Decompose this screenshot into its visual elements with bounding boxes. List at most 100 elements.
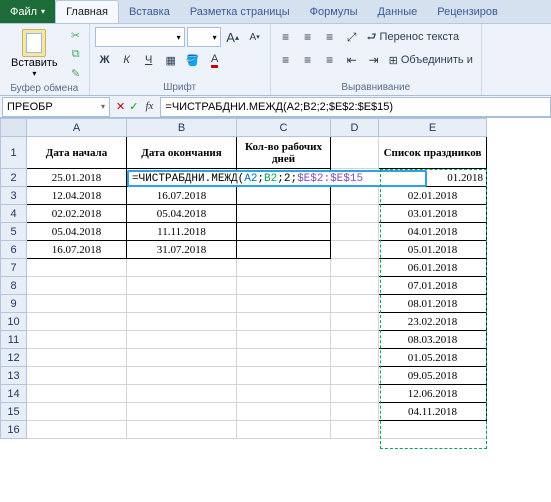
cell[interactable]	[237, 313, 331, 331]
cell[interactable]: 01.05.2018	[379, 349, 487, 367]
decrease-font-icon[interactable]: A▾	[245, 27, 265, 47]
cell[interactable]	[27, 367, 127, 385]
tab-pagelayout[interactable]: Разметка страницы	[180, 0, 300, 23]
font-size-select[interactable]: ▾	[187, 27, 221, 47]
row-header[interactable]: 5	[1, 223, 27, 241]
align-left-icon[interactable]: ≡	[276, 50, 296, 70]
name-box[interactable]: ПРЕОБР▾	[2, 97, 110, 117]
cell[interactable]	[27, 403, 127, 421]
cell[interactable]	[127, 349, 237, 367]
increase-font-icon[interactable]: A▴	[223, 27, 243, 47]
cell[interactable]: 06.01.2018	[379, 259, 487, 277]
cell[interactable]	[331, 259, 379, 277]
cut-icon[interactable]: ✂	[68, 27, 84, 43]
format-painter-icon[interactable]: ✎	[68, 65, 84, 81]
cell[interactable]: 16.07.2018	[27, 241, 127, 259]
font-name-select[interactable]: ▾	[95, 27, 185, 47]
cell[interactable]	[127, 259, 237, 277]
cell[interactable]	[379, 421, 487, 439]
cell[interactable]	[237, 241, 331, 259]
accept-formula-icon[interactable]: ✓	[129, 100, 138, 113]
col-header[interactable]: A	[27, 119, 127, 137]
fill-color-button[interactable]: 🪣	[183, 50, 203, 70]
cell[interactable]: 31.07.2018	[127, 241, 237, 259]
cell[interactable]	[237, 385, 331, 403]
cell[interactable]: Кол-во рабочих дней	[237, 137, 331, 169]
row-header[interactable]: 11	[1, 331, 27, 349]
select-all-corner[interactable]	[1, 119, 27, 137]
cell[interactable]: 11.11.2018	[127, 223, 237, 241]
cell[interactable]	[331, 313, 379, 331]
tab-review[interactable]: Рецензиров	[427, 0, 508, 23]
cell[interactable]	[331, 277, 379, 295]
cell[interactable]	[331, 367, 379, 385]
row-header[interactable]: 7	[1, 259, 27, 277]
row-header[interactable]: 15	[1, 403, 27, 421]
cell[interactable]: 05.01.2018	[379, 241, 487, 259]
cell[interactable]	[331, 241, 379, 259]
cell[interactable]	[331, 403, 379, 421]
cell[interactable]: 04.11.2018	[379, 403, 487, 421]
cell[interactable]	[127, 313, 237, 331]
cell[interactable]	[331, 223, 379, 241]
italic-button[interactable]: К	[117, 50, 137, 70]
underline-button[interactable]: Ч	[139, 50, 159, 70]
row-header[interactable]: 13	[1, 367, 27, 385]
cell[interactable]	[127, 403, 237, 421]
cell[interactable]	[27, 313, 127, 331]
cell[interactable]	[27, 259, 127, 277]
cell[interactable]	[27, 295, 127, 313]
bold-button[interactable]: Ж	[95, 50, 115, 70]
cell[interactable]	[27, 349, 127, 367]
align-top-icon[interactable]: ≡	[276, 27, 296, 47]
row-header[interactable]: 9	[1, 295, 27, 313]
row-header[interactable]: 12	[1, 349, 27, 367]
row-header[interactable]: 2	[1, 169, 27, 187]
align-bottom-icon[interactable]: ≡	[320, 27, 340, 47]
increase-indent-icon[interactable]: ⇥	[364, 50, 384, 70]
cell[interactable]	[237, 331, 331, 349]
col-header[interactable]: E	[379, 119, 487, 137]
cell[interactable]	[237, 205, 331, 223]
tab-insert[interactable]: Вставка	[119, 0, 180, 23]
cell[interactable]: 12.06.2018	[379, 385, 487, 403]
cell[interactable]: 03.01.2018	[379, 205, 487, 223]
cell[interactable]	[331, 385, 379, 403]
cell[interactable]: 05.04.2018	[127, 205, 237, 223]
cell[interactable]	[127, 421, 237, 439]
cell[interactable]	[237, 295, 331, 313]
row-header[interactable]: 16	[1, 421, 27, 439]
row-header[interactable]: 3	[1, 187, 27, 205]
cell[interactable]: 25.01.2018	[27, 169, 127, 187]
cell[interactable]: 02.02.2018	[27, 205, 127, 223]
row-header[interactable]: 14	[1, 385, 27, 403]
cell[interactable]	[331, 137, 379, 169]
cell[interactable]	[237, 223, 331, 241]
cell[interactable]	[237, 349, 331, 367]
row-header[interactable]: 8	[1, 277, 27, 295]
cell[interactable]: 23.02.2018	[379, 313, 487, 331]
wrap-text-button[interactable]: ⮐Перенос текста	[364, 28, 462, 47]
row-header[interactable]: 10	[1, 313, 27, 331]
row-header[interactable]: 4	[1, 205, 27, 223]
tab-data[interactable]: Данные	[368, 0, 428, 23]
cell[interactable]	[237, 421, 331, 439]
tab-home[interactable]: Главная	[55, 0, 119, 23]
cell[interactable]: 02.01.2018	[379, 187, 487, 205]
col-header[interactable]: C	[237, 119, 331, 137]
cell[interactable]: 08.03.2018	[379, 331, 487, 349]
cell[interactable]	[27, 421, 127, 439]
merge-button[interactable]: ⊞Объединить и	[386, 54, 476, 67]
orientation-icon[interactable]: ⤢	[342, 27, 362, 47]
cell[interactable]: 07.01.2018	[379, 277, 487, 295]
row-header[interactable]: 6	[1, 241, 27, 259]
cell[interactable]: 05.04.2018	[27, 223, 127, 241]
cell[interactable]	[331, 349, 379, 367]
cell[interactable]	[331, 331, 379, 349]
align-center-icon[interactable]: ≡	[298, 50, 318, 70]
tab-formulas[interactable]: Формулы	[300, 0, 368, 23]
copy-icon[interactable]: ⧉	[68, 46, 84, 62]
fx-icon[interactable]: fx	[142, 100, 156, 113]
align-middle-icon[interactable]: ≡	[298, 27, 318, 47]
cell[interactable]	[237, 403, 331, 421]
